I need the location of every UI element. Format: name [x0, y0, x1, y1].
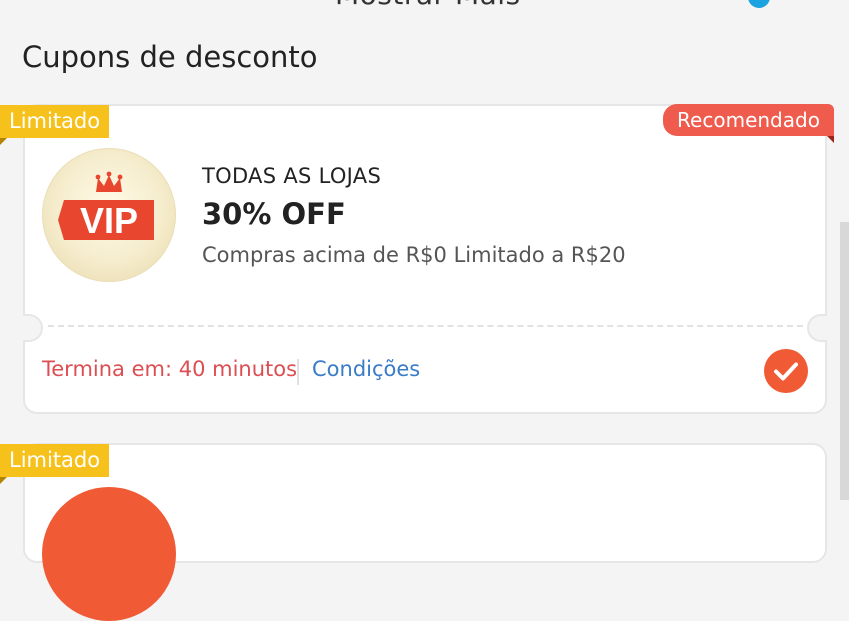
- footer-separator: [297, 359, 299, 385]
- vip-crown-icon: VIP: [58, 171, 154, 241]
- store-logo: [42, 487, 176, 621]
- limited-badge: Limitado: [0, 444, 110, 484]
- recommended-badge: Recomendado: [663, 104, 834, 143]
- vip-logo-text: VIP: [80, 200, 138, 241]
- scrollbar[interactable]: [840, 222, 849, 500]
- coupon-condition: Compras acima de R$0 Limitado a R$20: [202, 243, 626, 267]
- ticket-divider: [48, 325, 803, 327]
- conditions-link[interactable]: Condições: [312, 357, 420, 381]
- show-more-header[interactable]: Mostrar Mais: [335, 0, 521, 11]
- expiry-countdown: Termina em: 40 minutos: [42, 357, 298, 381]
- section-title: Cupons de desconto: [22, 40, 318, 74]
- select-coupon-button[interactable]: [764, 349, 808, 393]
- ticket-notch-left: [23, 314, 43, 342]
- vip-logo: VIP: [42, 148, 176, 282]
- ticket-notch-right: [807, 314, 827, 342]
- limited-badge: Limitado: [0, 105, 110, 145]
- store-name: TODAS AS LOJAS: [202, 164, 382, 188]
- discount-value: 30% OFF: [202, 197, 346, 231]
- info-icon[interactable]: [748, 0, 770, 8]
- checkmark-icon: [774, 362, 798, 381]
